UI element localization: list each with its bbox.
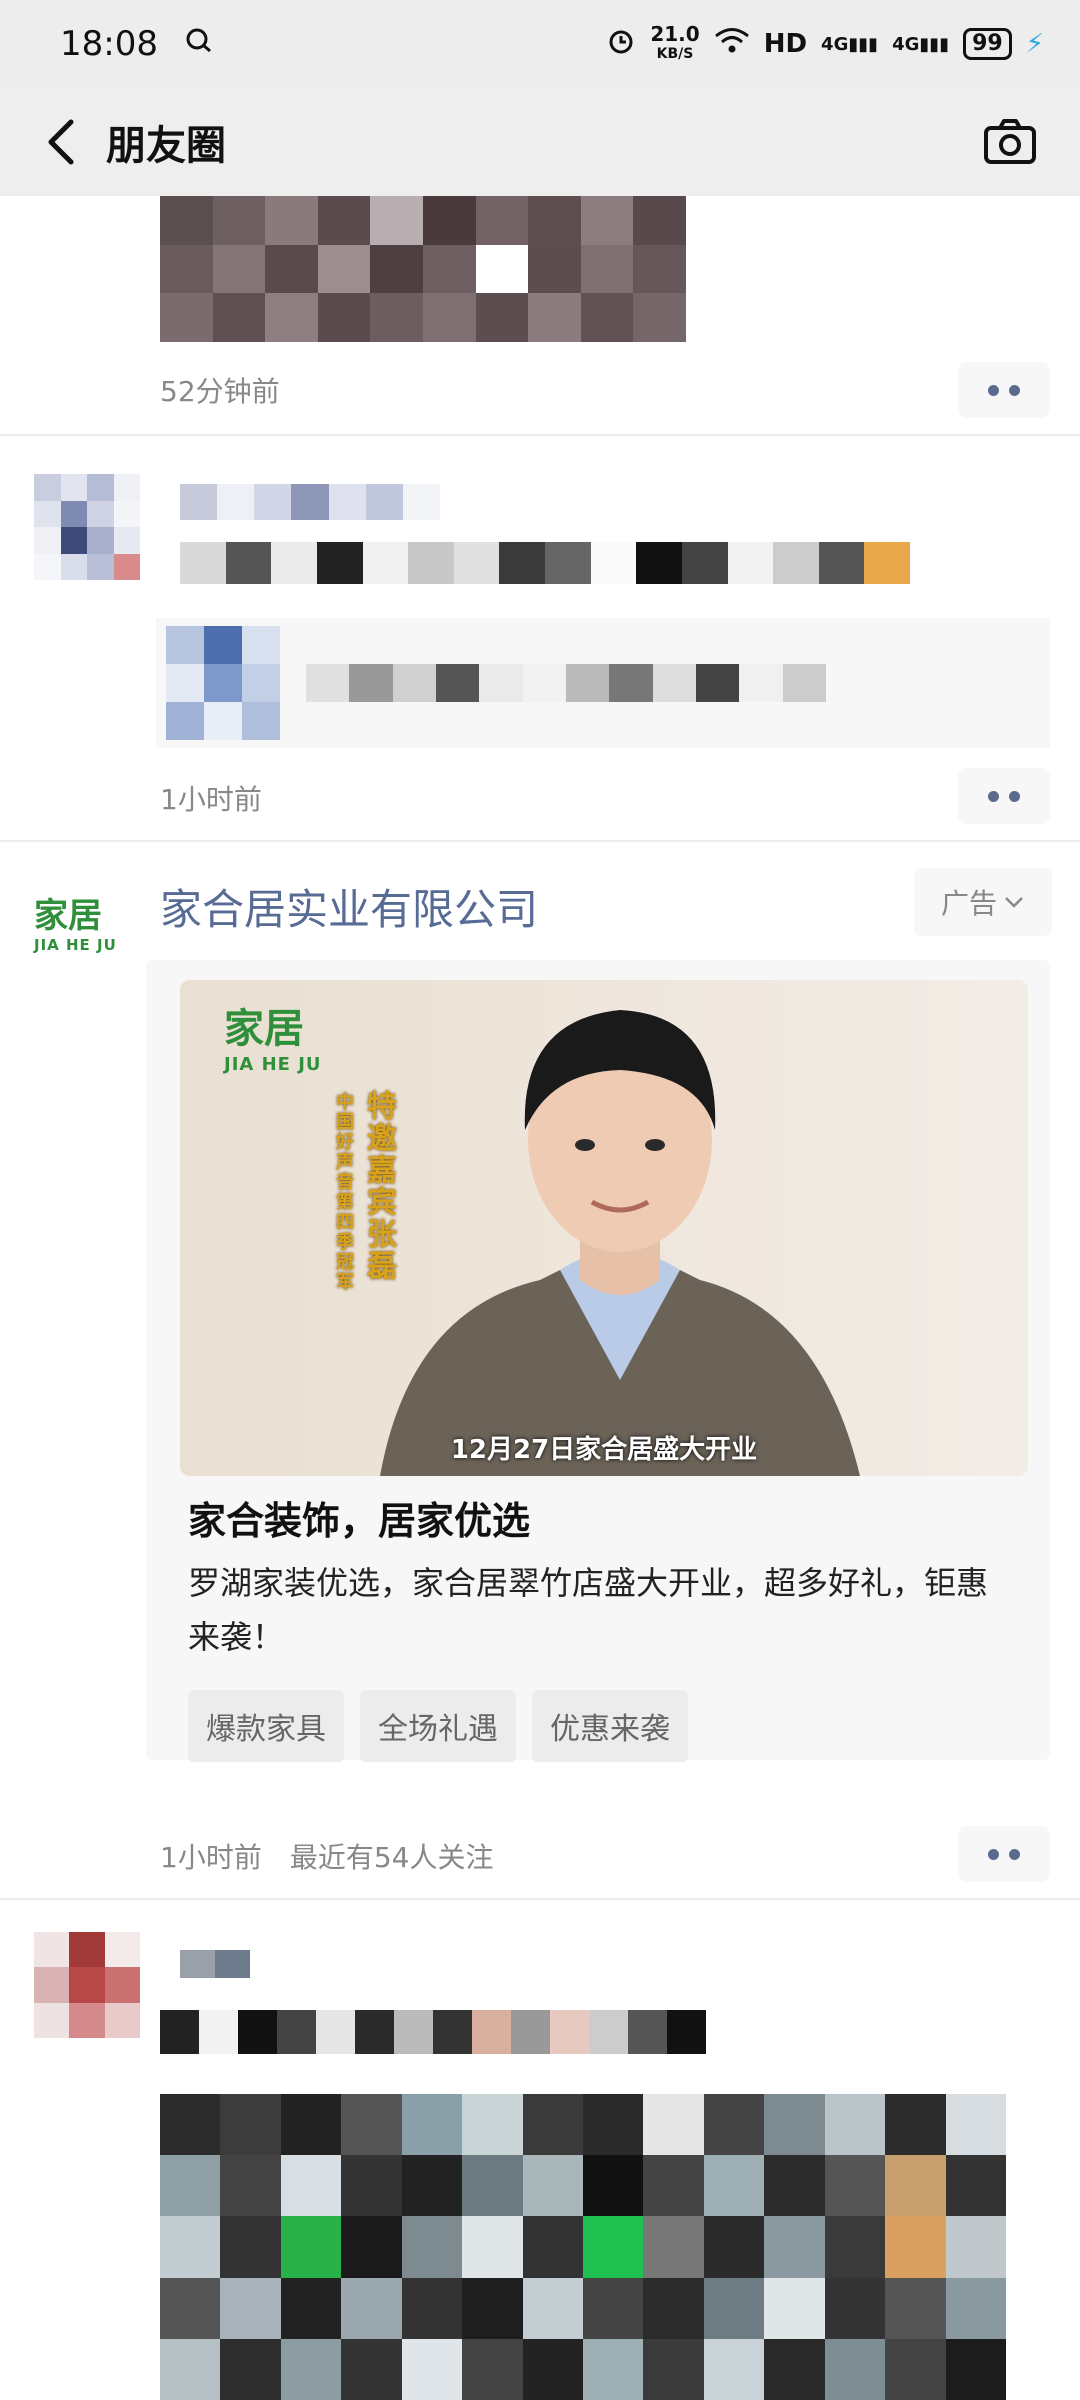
- ad-card[interactable]: 家居 JIA HE JU 特邀嘉宾张磊 中国好声音第四季冠军 12月27日家合居…: [146, 960, 1050, 1762]
- signal-label-2: 4G: [892, 33, 920, 55]
- ad-label-text: 广告: [940, 887, 997, 920]
- user-name-blurred[interactable]: [180, 1950, 250, 1978]
- chevron-left-icon: [48, 119, 74, 165]
- logo-subtext: JIA HE JU: [34, 936, 117, 954]
- logo-text: 家居: [34, 896, 132, 936]
- advertiser-logo[interactable]: 家居 JIA HE JU: [34, 896, 132, 968]
- ad-headline: 家合装饰，居家优选: [188, 1499, 531, 1543]
- link-title-blurred: [306, 664, 826, 702]
- tag-chip[interactable]: 爆款家具: [188, 1690, 344, 1762]
- post-time: 1小时前: [160, 1841, 262, 1874]
- network-speed: 21.0 KB/S: [650, 24, 699, 64]
- dot-icon: [988, 384, 999, 396]
- page-title: 朋友圈: [106, 123, 226, 169]
- advertiser-name[interactable]: 家合居实业有限公司: [160, 876, 538, 937]
- divider: [0, 1898, 1080, 1900]
- avatar[interactable]: [34, 1932, 140, 2038]
- ad-tag-chips: 爆款家具 全场礼遇 优惠来袭: [188, 1690, 688, 1762]
- more-actions-button[interactable]: [958, 1826, 1050, 1882]
- dot-icon: [988, 790, 999, 802]
- divider: [0, 434, 1080, 436]
- ad-label-button[interactable]: 广告: [914, 868, 1052, 936]
- divider: [0, 840, 1080, 842]
- charging-icon: ⚡: [1025, 29, 1044, 59]
- post-image-blurred[interactable]: [160, 2094, 1006, 2400]
- presenter-figure: [380, 1010, 860, 1476]
- camera-button[interactable]: [980, 112, 1040, 172]
- avatar[interactable]: [34, 474, 140, 580]
- link-thumbnail: [166, 626, 280, 740]
- hd-label: HD: [763, 29, 808, 59]
- speed-unit: KB/S: [656, 46, 694, 62]
- speed-value: 21.0: [650, 22, 700, 46]
- logo-chars: 家居: [34, 896, 102, 936]
- battery-icon: 99: [963, 28, 1012, 60]
- dot-icon: [1009, 790, 1020, 802]
- ad-description: 罗湖家装优选，家合居翠竹店盛大开业，超多好礼，钜惠来袭！: [188, 1564, 989, 1656]
- signal-label-1: 4G: [821, 33, 849, 55]
- signal-icon: 4G▮▮▮: [821, 33, 879, 55]
- nav-bar: 朋友圈: [0, 88, 1080, 196]
- dot-icon: [1009, 1848, 1020, 1860]
- dot-icon: [988, 1848, 999, 1860]
- more-actions-button[interactable]: [958, 768, 1050, 824]
- status-time: 18:08: [60, 24, 158, 64]
- user-name-blurred[interactable]: [180, 484, 440, 520]
- signal-icon-2: 4G▮▮▮: [892, 33, 950, 55]
- followers-count: 最近有54人关注: [289, 1841, 494, 1874]
- notification-icon: [184, 24, 214, 64]
- back-button[interactable]: [30, 112, 90, 172]
- wifi-icon: [714, 27, 750, 62]
- more-actions-button[interactable]: [958, 362, 1050, 418]
- post-time: 1小时前: [160, 783, 262, 816]
- tag-chip[interactable]: 全场礼遇: [360, 1690, 516, 1762]
- post-text-blurred: [160, 2010, 706, 2054]
- video-caption: 12月27日家合居盛大开业: [450, 1435, 758, 1465]
- post-text-blurred: [180, 542, 910, 584]
- status-bar: 18:08 21.0 KB/S HD 4G▮▮▮ 4G▮▮▮ 99 ⚡: [0, 0, 1080, 88]
- post-time: 52分钟前: [160, 375, 280, 408]
- ad-video[interactable]: 家居 JIA HE JU 特邀嘉宾张磊 中国好声音第四季冠军 12月27日家合居…: [180, 980, 1028, 1476]
- camera-icon: [984, 119, 1036, 164]
- chevron-down-icon: [1005, 897, 1023, 908]
- alarm-icon: [606, 26, 636, 63]
- post-image-blurred[interactable]: [160, 196, 686, 342]
- tag-chip[interactable]: 优惠来袭: [532, 1690, 688, 1762]
- dot-icon: [1009, 384, 1020, 396]
- ad-footer: 1小时前 最近有54人关注: [160, 1836, 493, 1876]
